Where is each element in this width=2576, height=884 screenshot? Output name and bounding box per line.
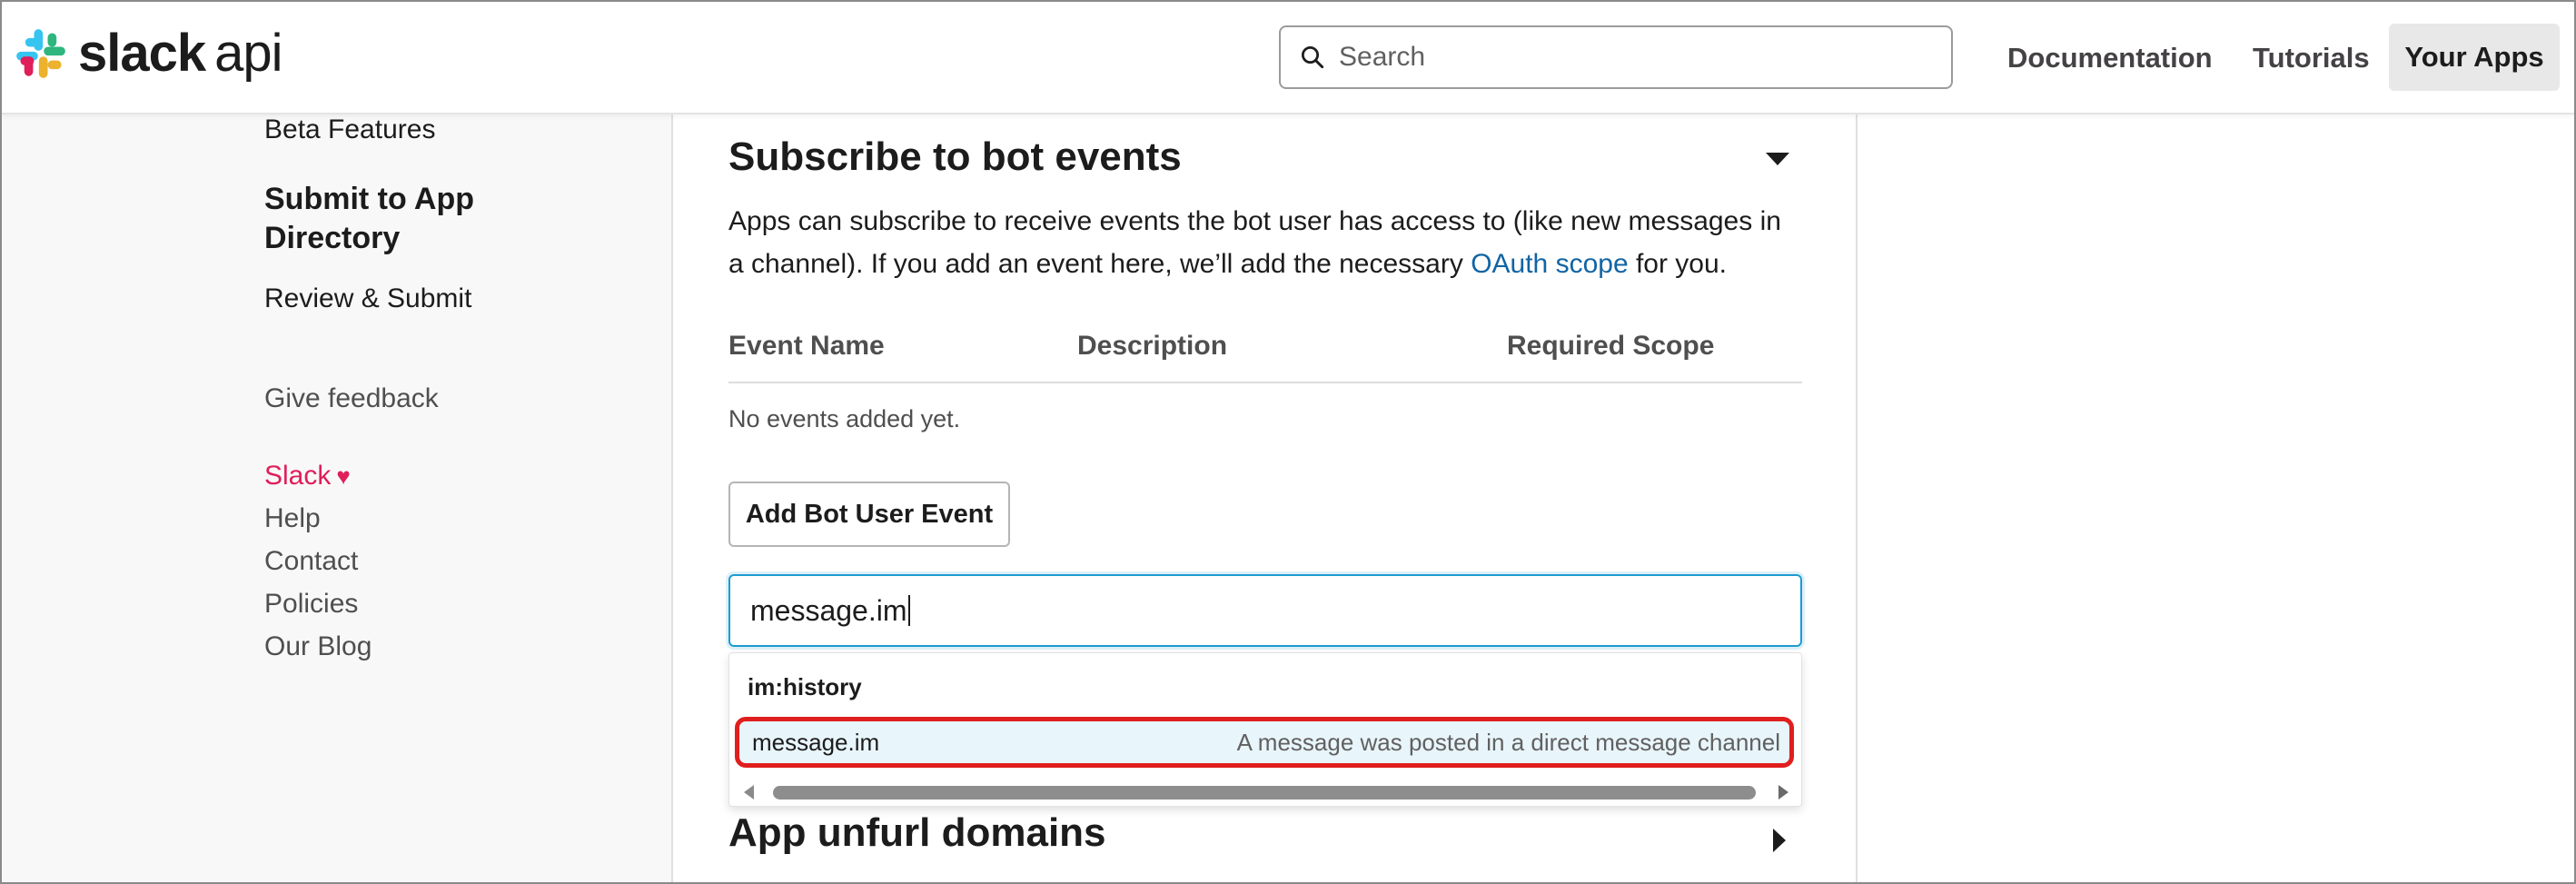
sidebar-item-give-feedback[interactable]: Give feedback <box>264 383 439 414</box>
section-title-app-unfurl-domains: App unfurl domains <box>728 810 1106 855</box>
app-window: slackapi Documentation Tutorials Your Ap… <box>0 0 2576 884</box>
footer-link-slack-label: Slack <box>264 461 332 491</box>
dropdown-option-message-im[interactable]: message.im A message was posted in a dir… <box>735 717 1794 768</box>
brand-slack: slack <box>78 24 206 83</box>
event-input-value: message.im <box>750 593 907 627</box>
horizontal-scrollbar[interactable] <box>729 777 1801 806</box>
scroll-right-arrow-icon[interactable] <box>1778 785 1788 800</box>
desc-part2: for you. <box>1628 249 1728 279</box>
brand-wordmark: slack api <box>78 24 283 83</box>
dropdown-group-label: im:history <box>748 673 862 700</box>
scrollbar-thumb[interactable] <box>773 786 1756 800</box>
event-suggestions-dropdown: im:history message.im A message was post… <box>728 652 1802 807</box>
footer-link-help[interactable]: Help <box>264 503 321 534</box>
section-title-bot-events: Subscribe to bot events <box>728 134 1182 179</box>
search-input[interactable] <box>1339 42 1920 73</box>
footer-link-policies[interactable]: Policies <box>264 589 358 620</box>
sidebar-item-review-submit[interactable]: Review & Submit <box>264 283 471 314</box>
nav-documentation[interactable]: Documentation <box>2007 42 2213 74</box>
sidebar-item-beta-features[interactable]: Beta Features <box>264 114 435 145</box>
option-event-description: A message was posted in a direct message… <box>1236 728 1780 756</box>
brand-api: api <box>214 24 282 83</box>
search-box[interactable] <box>1279 25 1953 89</box>
bot-events-description: Apps can subscribe to receive events the… <box>728 200 1800 285</box>
column-header-description: Description <box>1077 331 1228 361</box>
footer-link-our-blog[interactable]: Our Blog <box>264 631 372 662</box>
content-divider-left <box>671 114 673 882</box>
sidebar-heading-submit-to-app-directory: Submit to App Directory <box>264 180 537 258</box>
heart-icon: ♥ <box>336 462 351 490</box>
main-content: Subscribe to bot events Apps can subscri… <box>728 114 1802 882</box>
nav-your-apps-button[interactable]: Your Apps <box>2389 24 2560 91</box>
footer-link-slack[interactable]: Slack ♥ <box>264 461 351 492</box>
add-bot-user-event-button[interactable]: Add Bot User Event <box>728 482 1010 547</box>
submit-heading-line1: Submit to App <box>264 182 475 216</box>
footer-link-contact[interactable]: Contact <box>264 546 358 577</box>
text-cursor <box>907 595 910 626</box>
empty-events-message: No events added yet. <box>728 405 961 432</box>
expand-caret-icon[interactable] <box>1773 829 1786 852</box>
nav-tutorials[interactable]: Tutorials <box>2253 42 2370 74</box>
slack-logo-icon <box>16 29 65 78</box>
sidebar: Beta Features Submit to App Directory Re… <box>2 114 671 882</box>
slack-api-logo[interactable]: slack api <box>15 24 283 83</box>
search-icon <box>1302 46 1324 69</box>
scroll-left-arrow-icon[interactable] <box>744 785 754 800</box>
content-divider-right <box>1856 114 1858 882</box>
submit-heading-line2: Directory <box>264 221 401 255</box>
oauth-scope-link[interactable]: OAuth scope <box>1471 249 1628 279</box>
table-header-divider <box>728 382 1802 383</box>
event-search-input[interactable]: message.im <box>728 574 1802 647</box>
column-header-event-name: Event Name <box>728 331 885 361</box>
column-header-required-scope: Required Scope <box>1507 331 1715 361</box>
collapse-caret-icon[interactable] <box>1766 153 1789 165</box>
top-navigation-bar: slackapi Documentation Tutorials Your Ap… <box>2 2 2574 114</box>
option-event-name: message.im <box>752 728 880 756</box>
